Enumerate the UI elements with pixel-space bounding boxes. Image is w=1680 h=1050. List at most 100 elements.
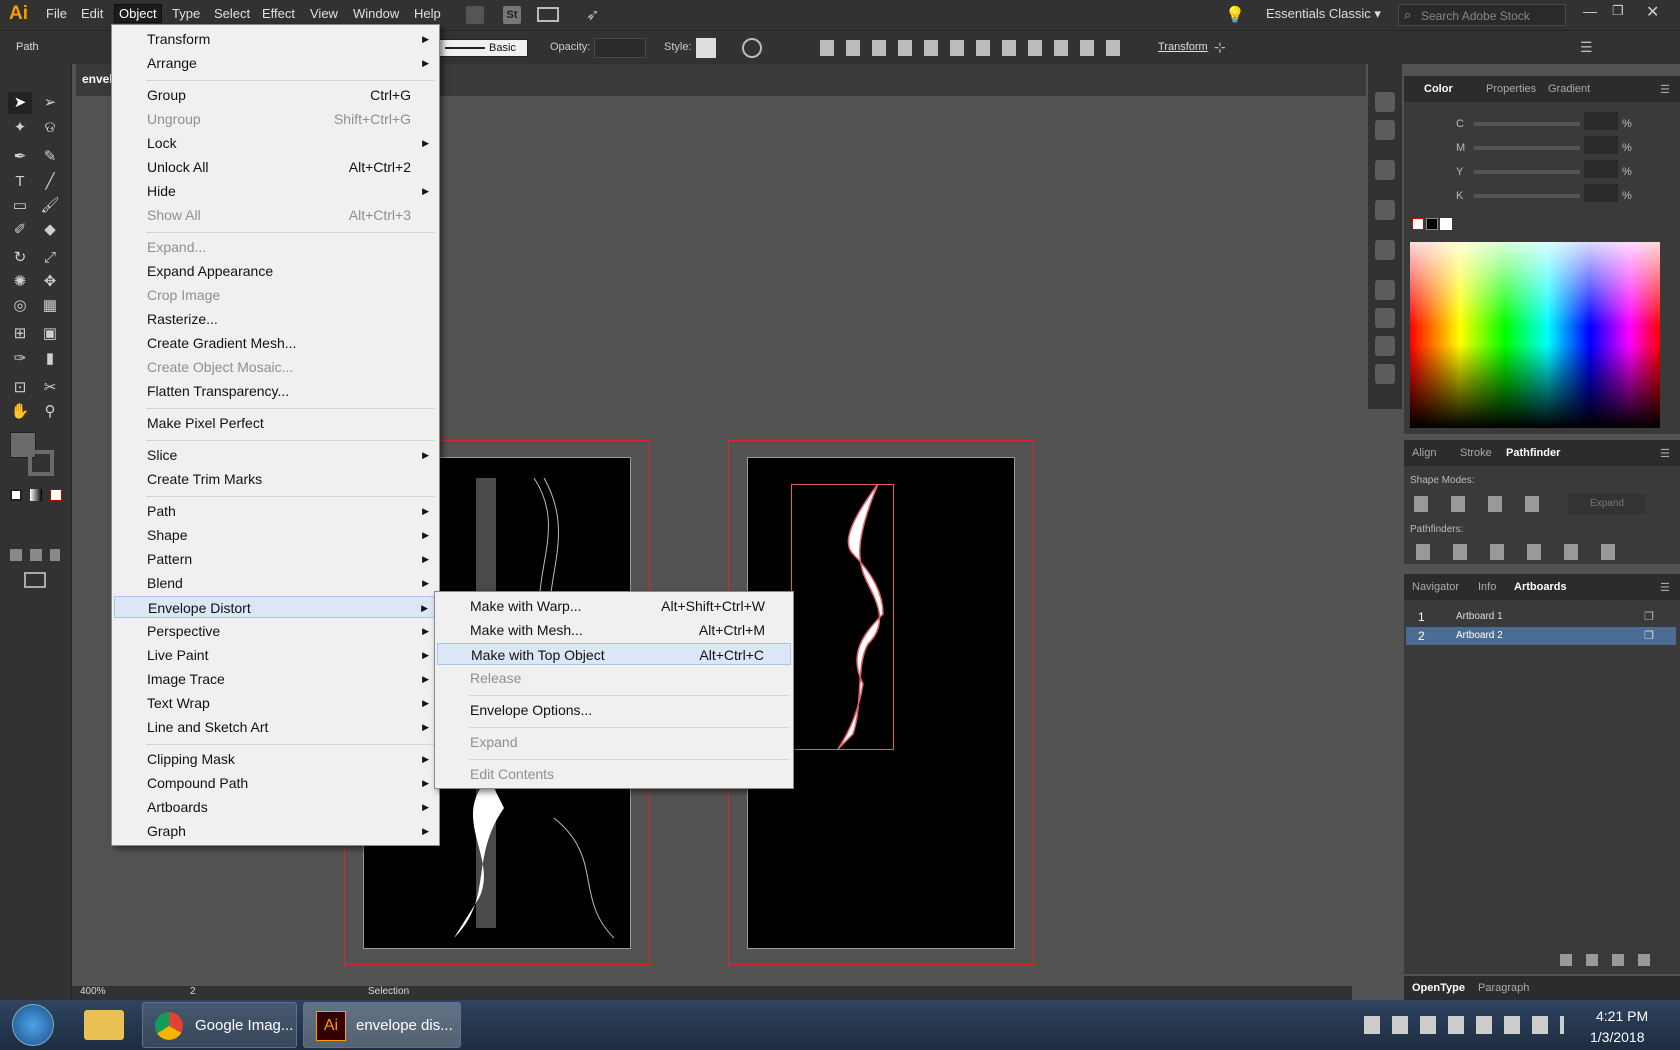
channel-y-slider[interactable] [1474, 170, 1580, 174]
bridge-icon[interactable] [466, 6, 484, 24]
restore-button[interactable]: ❐ [1612, 3, 1624, 19]
appearance-panel-icon[interactable] [1375, 92, 1395, 112]
workspace-switcher[interactable]: Essentials Classic ▾ [1266, 6, 1381, 22]
menu-item-create-trim-marks[interactable]: Create Trim Marks [114, 468, 437, 490]
menu-item-rasterize[interactable]: Rasterize... [114, 308, 437, 330]
pen-tool-icon[interactable]: ✒ [8, 146, 32, 168]
opacity-input[interactable] [594, 38, 646, 58]
stroke-swatch[interactable] [28, 450, 54, 476]
shape-modes-buttons[interactable] [1414, 496, 1544, 512]
tab-pathfinder[interactable]: Pathfinder [1506, 447, 1560, 459]
menu-item-make-pixel-perfect[interactable]: Make Pixel Perfect [114, 412, 437, 434]
menu-window[interactable]: Window [353, 6, 399, 21]
draw-modes-icon[interactable] [10, 549, 60, 561]
screen-mode-icon[interactable] [24, 572, 46, 588]
artboard-row-1-options-icon[interactable]: ❐ [1644, 610, 1654, 623]
menu-item-transform[interactable]: Transform ▶ [114, 28, 437, 50]
color-guide-icon[interactable] [1375, 200, 1395, 220]
artboards-panel-icon[interactable] [1375, 120, 1395, 140]
graphic-style-swatch[interactable] [696, 38, 716, 58]
menu-item-make-with-top-object[interactable]: Make with Top Object Alt+Ctrl+C [437, 643, 791, 665]
clock-date[interactable]: 1/3/2018 [1590, 1029, 1645, 1045]
tab-artboards[interactable]: Artboards [1514, 581, 1567, 593]
selection-tool-icon[interactable]: ➤ [8, 92, 32, 114]
magic-wand-tool-icon[interactable]: ✦ [8, 117, 32, 139]
none-color-swatch[interactable] [1412, 218, 1424, 230]
puppet-warp-icon[interactable] [1375, 160, 1395, 180]
recolor-icon[interactable] [742, 38, 762, 58]
channel-k-input[interactable] [1584, 184, 1618, 202]
mesh-tool-icon[interactable]: ⊞ [8, 323, 32, 345]
menu-item-envelope-options[interactable]: Envelope Options... [437, 699, 791, 721]
gradient-mode-icon[interactable] [30, 489, 42, 501]
artboard-row-1[interactable]: 1 Artboard 1 ❐ [1406, 608, 1676, 626]
menu-item-text-wrap[interactable]: Text Wrap ▶ [114, 692, 437, 714]
isolate-icon[interactable]: ⊹ [1214, 39, 1226, 56]
file-explorer-icon[interactable] [84, 1010, 124, 1040]
panel-menu-icon[interactable]: ☰ [1660, 83, 1670, 96]
menu-item-slice[interactable]: Slice ▶ [114, 444, 437, 466]
search-stock-input[interactable]: ⌕ Search Adobe Stock [1398, 4, 1566, 26]
menu-item-path[interactable]: Path ▶ [114, 500, 437, 522]
hand-tool-icon[interactable]: ✋ [8, 401, 32, 423]
arrange-documents-icon[interactable] [537, 7, 559, 22]
menu-item-create-gradient-mesh[interactable]: Create Gradient Mesh... [114, 332, 437, 354]
menu-item-make-with-warp[interactable]: Make with Warp... Alt+Shift+Ctrl+W [437, 595, 791, 617]
menu-effect[interactable]: Effect [262, 6, 295, 21]
menu-item-make-with-mesh[interactable]: Make with Mesh... Alt+Ctrl+M [437, 619, 791, 641]
symbols-panel-icon[interactable] [1375, 336, 1395, 356]
menu-item-image-trace[interactable]: Image Trace ▶ [114, 668, 437, 690]
eyedropper-tool-icon[interactable]: ✑ [8, 348, 32, 370]
lasso-tool-icon[interactable]: ଡ [38, 117, 62, 139]
menu-item-shape[interactable]: Shape ▶ [114, 524, 437, 546]
start-button-icon[interactable] [12, 1004, 54, 1046]
menu-item-compound-path[interactable]: Compound Path ▶ [114, 772, 437, 794]
color-mode-icon[interactable] [10, 489, 22, 501]
menu-item-graph[interactable]: Graph ▶ [114, 820, 437, 842]
expand-button[interactable]: Expand [1568, 494, 1646, 514]
menu-item-blend[interactable]: Blend ▶ [114, 572, 437, 594]
perspective-grid-tool-icon[interactable]: ▦ [38, 295, 62, 317]
menu-object[interactable]: Object [114, 4, 162, 23]
tab-gradient[interactable]: Gradient [1548, 83, 1590, 95]
artboards-menu-icon[interactable]: ☰ [1660, 581, 1670, 594]
menu-item-perspective[interactable]: Perspective ▶ [114, 620, 437, 642]
menu-item-pattern[interactable]: Pattern ▶ [114, 548, 437, 570]
menu-item-lock[interactable]: Lock ▶ [114, 132, 437, 154]
selected-ribbon-shape[interactable] [828, 484, 898, 752]
menu-view[interactable]: View [310, 6, 338, 21]
slice-tool-icon[interactable]: ✂ [38, 377, 62, 399]
eraser-tool-icon[interactable]: ◆ [38, 219, 62, 241]
lightbulb-icon[interactable]: 💡 [1225, 5, 1245, 25]
align-icons-group[interactable] [820, 40, 1130, 56]
menu-item-line-and-sketch-art[interactable]: Line and Sketch Art ▶ [114, 716, 437, 738]
artboard-tool-icon[interactable]: ⊡ [8, 377, 32, 399]
artboards-footer-icons[interactable] [1560, 954, 1660, 966]
rotate-tool-icon[interactable]: ↻ [8, 247, 32, 269]
pathfinder-menu-icon[interactable]: ☰ [1660, 447, 1670, 460]
menu-item-envelope-distort[interactable]: Envelope Distort ▶ [114, 596, 437, 618]
channel-m-input[interactable] [1584, 136, 1618, 154]
menu-item-clipping-mask[interactable]: Clipping Mask ▶ [114, 748, 437, 770]
rectangle-tool-icon[interactable]: ▭ [8, 195, 32, 217]
graph-tool-icon[interactable]: ▮ [38, 348, 62, 370]
artboard-nav-field[interactable]: 2 [190, 986, 196, 997]
menu-item-group[interactable]: Group Ctrl+G [114, 84, 437, 106]
stroke-style-box[interactable]: Basic [438, 39, 528, 57]
taskbar-chrome-button[interactable]: Google Imag... [142, 1002, 297, 1048]
curvature-tool-icon[interactable]: ✎ [38, 146, 62, 168]
system-tray-icons[interactable] [1364, 1016, 1564, 1034]
none-mode-icon[interactable] [50, 489, 62, 501]
pathfinder-buttons[interactable] [1416, 544, 1616, 560]
color-spectrum[interactable] [1410, 242, 1660, 428]
tab-info[interactable]: Info [1478, 581, 1496, 593]
scale-tool-icon[interactable]: ⤢ [38, 247, 62, 269]
shaper-tool-icon[interactable]: ✐ [8, 219, 32, 241]
artboard-row-2[interactable]: 2 Artboard 2 ❐ [1406, 627, 1676, 645]
line-tool-icon[interactable]: ╱ [38, 171, 62, 193]
menu-type[interactable]: Type [172, 6, 200, 21]
tab-properties[interactable]: Properties [1486, 83, 1536, 95]
artboard-row-2-options-icon[interactable]: ❐ [1644, 629, 1654, 642]
tab-align[interactable]: Align [1412, 447, 1436, 459]
layers-panel-icon[interactable] [1375, 280, 1395, 300]
